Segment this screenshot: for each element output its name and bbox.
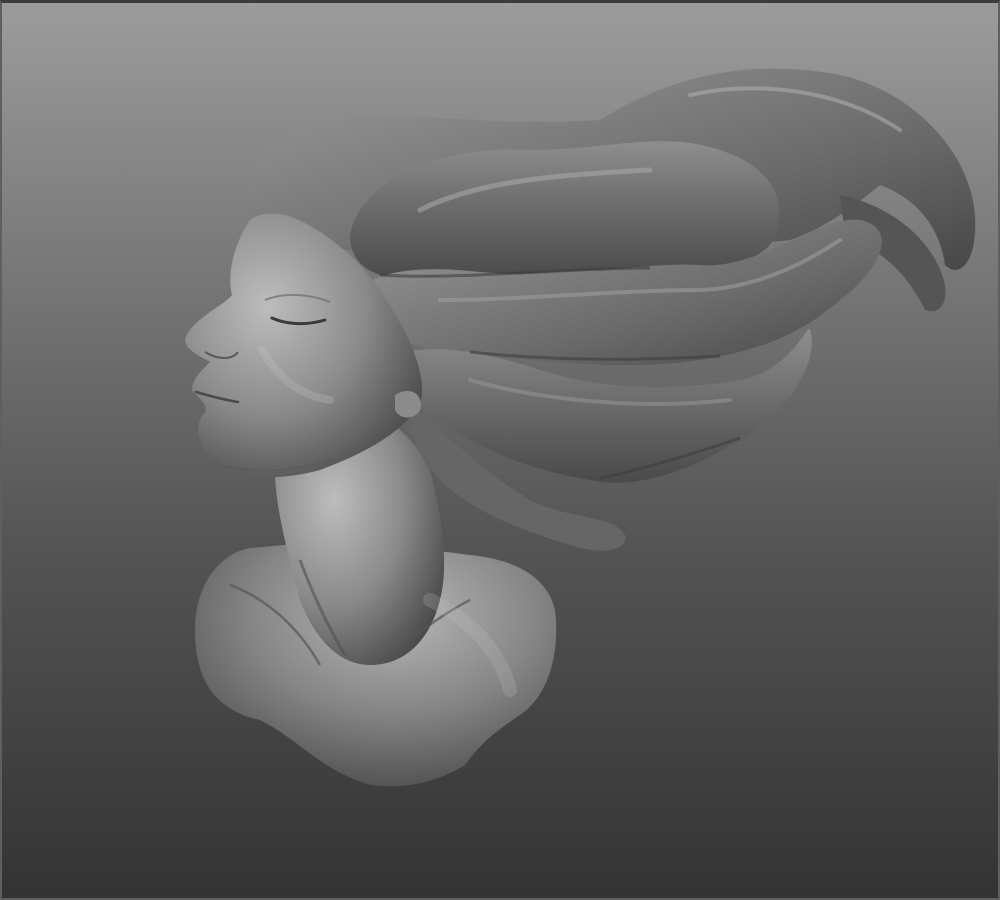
ear xyxy=(395,390,421,418)
3d-viewport[interactable] xyxy=(0,0,1000,900)
sculpt-model[interactable] xyxy=(0,0,1000,900)
